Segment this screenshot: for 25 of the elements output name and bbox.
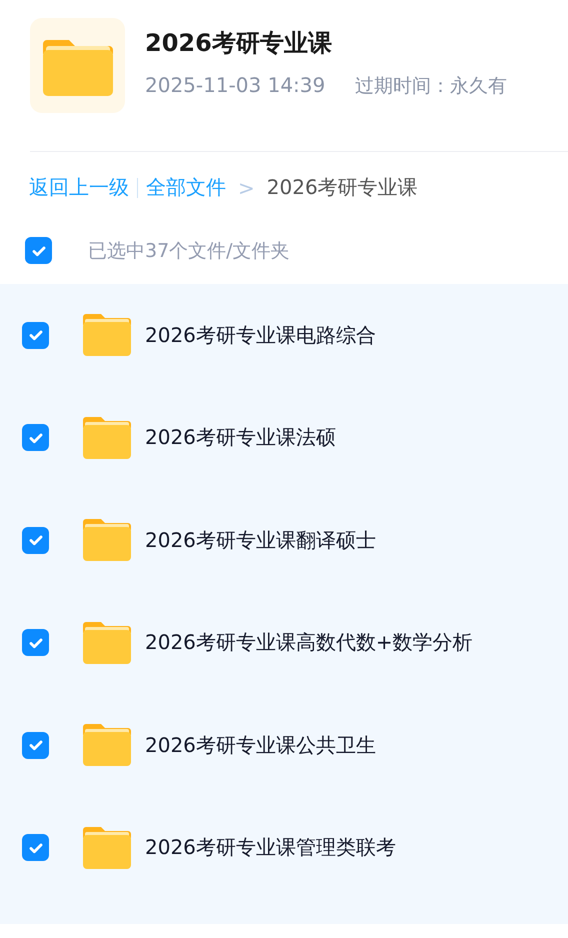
folder-icon — [83, 826, 131, 869]
current-folder-text: 2026考研专业课 — [266, 174, 418, 201]
folder-icon — [83, 314, 131, 356]
breadcrumb-separator: > — [238, 176, 255, 200]
folder-title: 2026考研专业课 — [145, 28, 333, 58]
folder-name[interactable]: 2026考研专业课法硕 — [145, 424, 336, 452]
date-text: 2025-11-03 14:39 — [145, 72, 326, 98]
folder-icon — [83, 622, 131, 664]
folder-name[interactable]: 2026考研专业课高数代数+数学分析 — [145, 629, 473, 656]
file-checkbox[interactable] — [22, 424, 49, 452]
file-checkbox[interactable] — [22, 322, 49, 349]
file-checkbox[interactable] — [22, 526, 49, 554]
expiry-text: 过期时间：永久有 — [355, 74, 508, 98]
folder-icon — [83, 724, 131, 766]
file-checkbox[interactable] — [22, 629, 49, 656]
folder-icon — [83, 416, 131, 459]
folder-name[interactable]: 2026考研专业课管理类联考 — [145, 834, 396, 862]
folder-name[interactable]: 2026考研专业课电路综合 — [145, 322, 376, 349]
selection-count-text: 已选中37个文件/文件夹 — [88, 238, 290, 264]
file-checkbox[interactable] — [22, 834, 49, 862]
select-all-checkbox[interactable] — [25, 237, 52, 264]
folder-name[interactable]: 2026考研专业课公共卫生 — [145, 732, 376, 759]
file-checkbox[interactable] — [22, 732, 49, 759]
folder-icon — [83, 519, 131, 562]
folder-name[interactable]: 2026考研专业课翻译硕士 — [145, 526, 376, 554]
